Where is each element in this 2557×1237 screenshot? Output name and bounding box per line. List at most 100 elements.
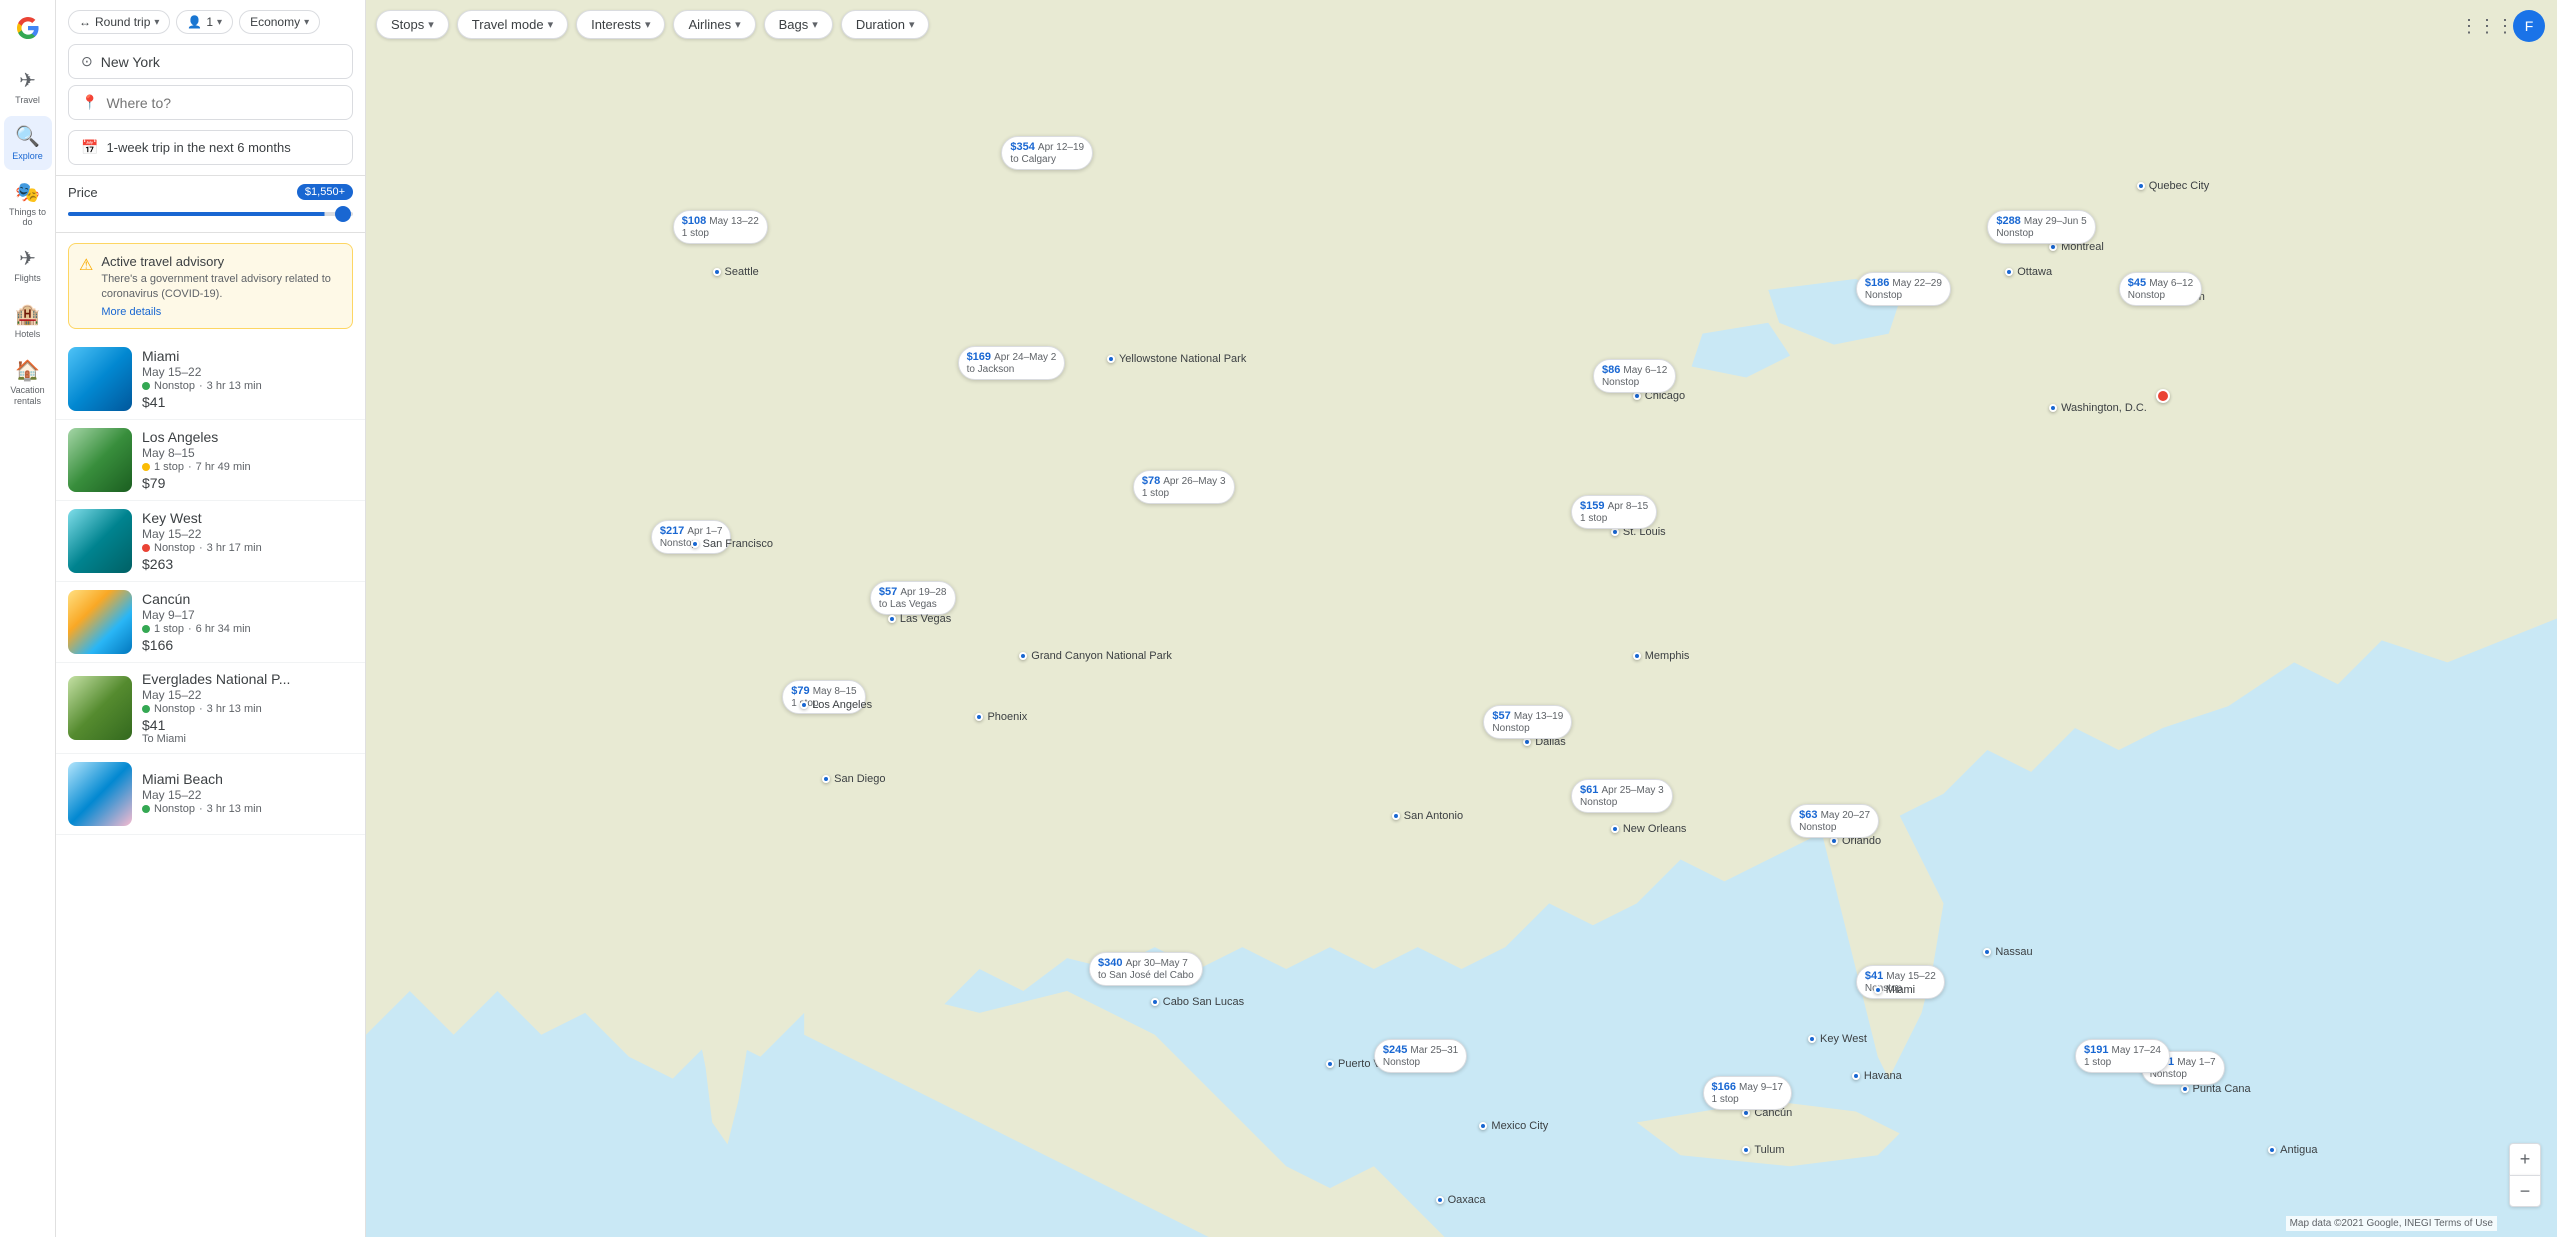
pin-price: $41 [1865, 970, 1883, 982]
destination-price: $263 [142, 556, 353, 572]
flight-duration: 7 hr 49 min [196, 461, 251, 473]
main-panel: ↔ Round trip ▾ 👤 1 ▾ Economy ▾ ⊙ 📍 [56, 0, 366, 1237]
sidebar-item-hotels[interactable]: 🏨 Hotels [4, 294, 52, 348]
flight-quality-dot [142, 625, 150, 633]
pin-price: $217 [660, 525, 684, 537]
destination-item[interactable]: Key West May 15–22 Nonstop · 3 hr 17 min… [56, 501, 365, 582]
sidebar-item-things-to-do[interactable]: 🎭 Things to do [4, 172, 52, 237]
destination-flight-info: Nonstop · 3 hr 13 min [142, 703, 353, 715]
apps-button[interactable]: ⋮⋮⋮ [2469, 8, 2505, 44]
pin-dates: May 22–29 [1892, 278, 1941, 289]
pin-sub: to Jackson [967, 364, 1015, 375]
destination-name: Miami [142, 348, 353, 364]
pin-dates: May 13–19 [1514, 711, 1563, 722]
map-pin-la-pin[interactable]: $79 May 8–151 stop [782, 680, 865, 714]
destination-input-row[interactable]: 📍 [68, 85, 353, 120]
trip-options: ↔ Round trip ▾ 👤 1 ▾ Economy ▾ [68, 10, 353, 34]
sidebar-item-label-hotels: Hotels [15, 329, 41, 340]
destination-item[interactable]: Cancún May 9–17 1 stop · 6 hr 34 min $16… [56, 582, 365, 663]
passengers-button[interactable]: 👤 1 ▾ [176, 10, 233, 34]
origin-icon: ⊙ [81, 53, 93, 70]
map-pin-montreal-pin[interactable]: $288 May 29–Jun 5Nonstop [1987, 210, 2095, 244]
destination-dates: May 15–22 [142, 527, 353, 541]
map-pin-sjcabo[interactable]: $340 Apr 30–May 7to San José del Cabo [1089, 952, 1203, 986]
map-pin-sdrcabo[interactable]: $191 May 17–241 stop [2075, 1039, 2170, 1073]
pin-price: $191 [2084, 1044, 2108, 1056]
map-pin-neworleans-pin[interactable]: $61 Apr 25–May 3Nonstop [1571, 779, 1673, 813]
sidebar-item-flights[interactable]: ✈ Flights [4, 238, 52, 292]
map-area: Stops▾ Travel mode▾ Interests▾ Airlines▾ Bag… [366, 0, 2557, 1237]
advisory-link[interactable]: More details [101, 306, 161, 318]
filter-bags-button[interactable]: Bags▾ [764, 10, 833, 39]
user-avatar[interactable]: F [2513, 10, 2545, 42]
map-pin-boston-pin[interactable]: $45 May 6–12Nonstop [2119, 272, 2202, 306]
pin-sub: 1 stop [1712, 1094, 1739, 1105]
cabin-chevron: ▾ [304, 17, 309, 28]
slider-thumb[interactable] [335, 206, 351, 222]
round-trip-button[interactable]: ↔ Round trip ▾ [68, 10, 170, 34]
filter-interests-button[interactable]: Interests▾ [576, 10, 665, 39]
flight-duration: 3 hr 13 min [207, 803, 262, 815]
cabin-label: Economy [250, 15, 300, 29]
date-row[interactable]: 📅 1-week trip in the next 6 months [68, 130, 353, 165]
map-pin-miami-pin[interactable]: $41 May 15–22Nonstop [1856, 965, 1945, 999]
zoom-in-button[interactable]: + [2509, 1143, 2541, 1175]
pin-price: $63 [1799, 809, 1817, 821]
map-pin-banff[interactable]: $354 Apr 12–19to Calgary [1001, 136, 1093, 170]
pin-price: $166 [1712, 1081, 1736, 1093]
filter-chevron: ▾ [812, 18, 818, 31]
destination-thumbnail [68, 428, 132, 492]
filter-airlines-button[interactable]: Airlines▾ [673, 10, 755, 39]
map-pin-puertovallarta-pin[interactable]: $245 Mar 25–31Nonstop [1374, 1039, 1467, 1073]
flight-quality-dot [142, 382, 150, 390]
map-pin-cancun-pin[interactable]: $166 May 9–171 stop [1703, 1076, 1792, 1110]
pin-price: $108 [682, 215, 706, 227]
trip-type-chevron: ▾ [154, 17, 159, 28]
pin-sub: Nonstop [1996, 228, 2033, 239]
filter-chevron: ▾ [735, 18, 741, 31]
sidebar-item-label-explore: Explore [12, 151, 43, 162]
map-pin-jackson[interactable]: $169 Apr 24–May 2to Jackson [958, 346, 1066, 380]
destination-input[interactable] [106, 95, 340, 111]
filter-travel-mode-button[interactable]: Travel mode▾ [457, 10, 568, 39]
passengers-label: 1 [206, 15, 213, 29]
origin-input-row[interactable]: ⊙ [68, 44, 353, 79]
map-pin-vancouver[interactable]: $108 May 13–221 stop [673, 210, 768, 244]
destination-thumbnail [68, 590, 132, 654]
destination-item[interactable]: Los Angeles May 8–15 1 stop · 7 hr 49 mi… [56, 420, 365, 501]
filter-stops-button[interactable]: Stops▾ [376, 10, 449, 39]
pin-price: $186 [1865, 277, 1889, 289]
pin-dates: Apr 12–19 [1038, 142, 1084, 153]
vacation-rentals-icon: 🏠 [15, 358, 40, 383]
sidebar-item-vacation-rentals[interactable]: 🏠 Vacation rentals [4, 350, 52, 415]
destination-price: $79 [142, 475, 353, 491]
destination-item[interactable]: Everglades National P... May 15–22 Nonst… [56, 663, 365, 754]
price-slider[interactable] [68, 204, 353, 224]
pin-dates: May 29–Jun 5 [2024, 216, 2087, 227]
filter-duration-button[interactable]: Duration▾ [841, 10, 930, 39]
sidebar-item-label-travel: Travel [15, 95, 40, 106]
map-pin-toronto-pin[interactable]: $186 May 22–29Nonstop [1856, 272, 1951, 306]
origin-input[interactable] [101, 54, 340, 70]
pin-sub: Nonstop [660, 538, 697, 549]
cabin-button[interactable]: Economy ▾ [239, 10, 320, 34]
map-pin-orlando-pin[interactable]: $63 May 20–27Nonstop [1790, 804, 1879, 838]
sidebar-item-explore[interactable]: 🔍 Explore [4, 116, 52, 170]
map-pin-dallas-pin[interactable]: $57 May 13–19Nonstop [1483, 705, 1572, 739]
pin-dates: Apr 26–May 3 [1163, 476, 1225, 487]
flight-duration: 6 hr 34 min [196, 623, 251, 635]
map-pin-chicago-pin[interactable]: $86 May 6–12Nonstop [1593, 359, 1676, 393]
map-pin-stlouis-pin[interactable]: $159 Apr 8–151 stop [1571, 495, 1657, 529]
destination-item[interactable]: Miami May 15–22 Nonstop · 3 hr 13 min $4… [56, 339, 365, 420]
map-pin-sf[interactable]: $217 Apr 1–7Nonstop [651, 520, 732, 554]
pin-sub: Nonstop [1383, 1057, 1420, 1068]
pin-sub: Nonstop [1580, 797, 1617, 808]
destination-thumbnail [68, 347, 132, 411]
destination-item[interactable]: Miami Beach May 15–22 Nonstop · 3 hr 13 … [56, 754, 365, 835]
map-pin-las-vegas[interactable]: $57 Apr 19–28to Las Vegas [870, 581, 956, 615]
zoom-out-button[interactable]: − [2509, 1175, 2541, 1207]
person-icon: 👤 [187, 15, 202, 29]
destination-flight-info: Nonstop · 3 hr 17 min [142, 542, 353, 554]
sidebar-item-travel[interactable]: ✈ Travel [4, 60, 52, 114]
map-pin-denver-pin[interactable]: $78 Apr 26–May 31 stop [1133, 470, 1235, 504]
